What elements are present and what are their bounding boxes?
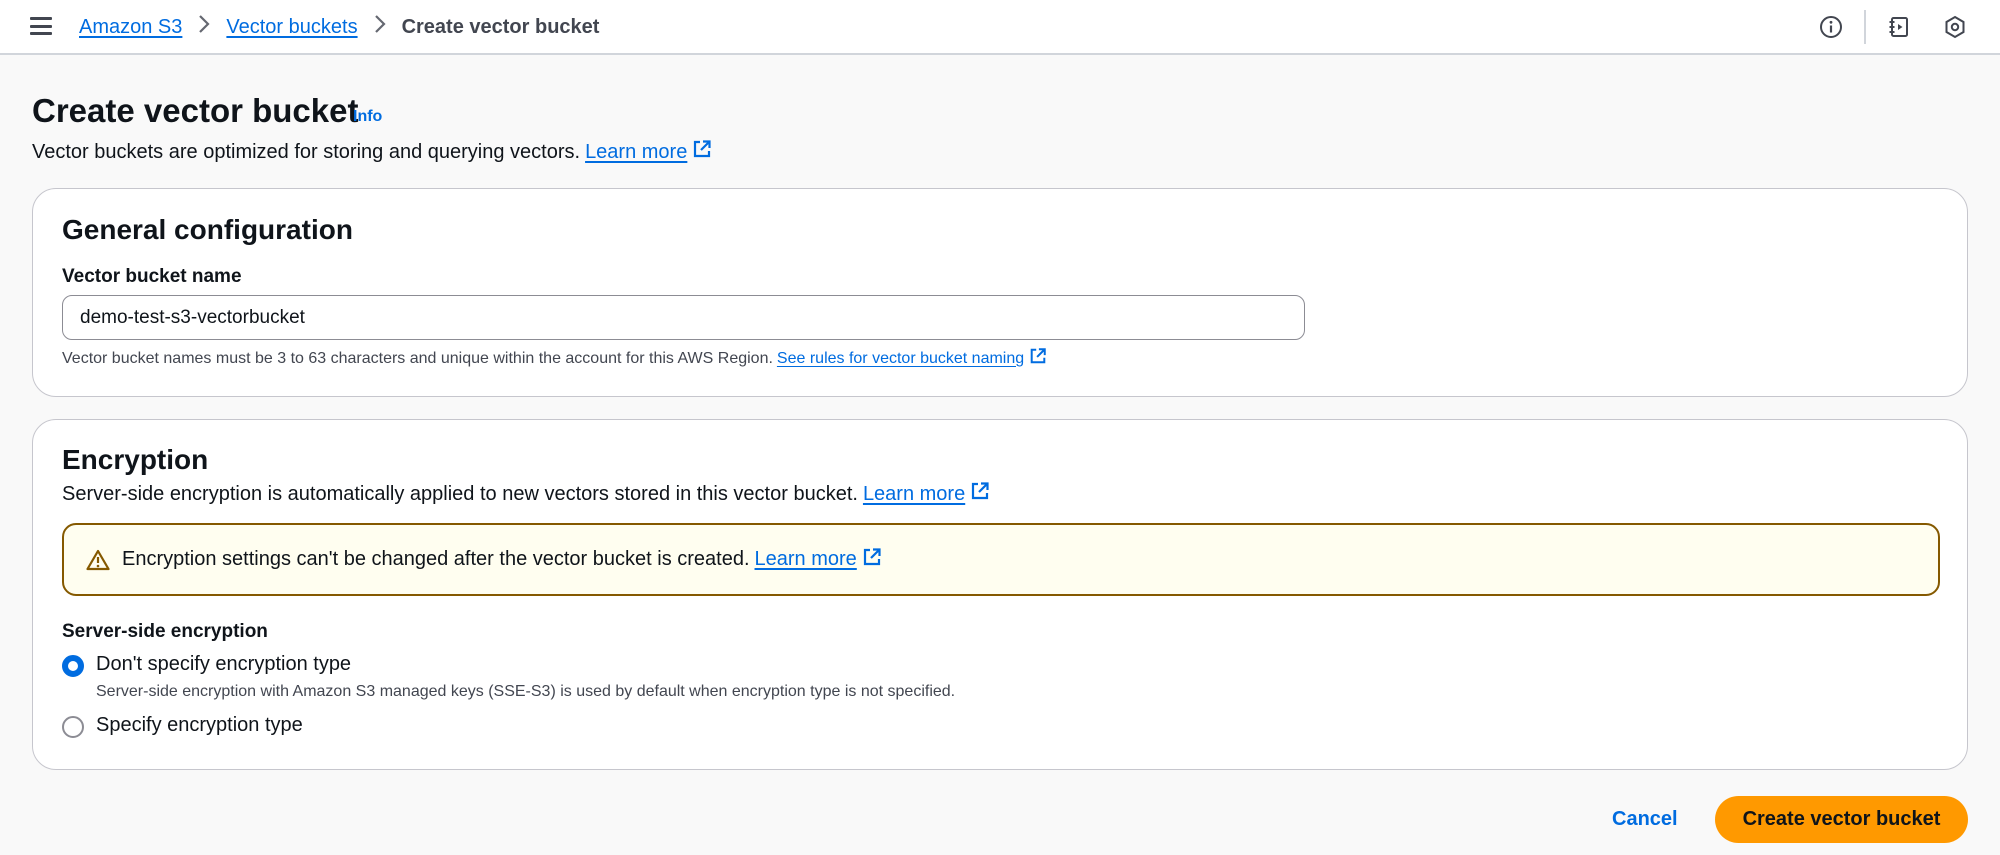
server-side-encryption-label: Server-side encryption: [62, 621, 268, 642]
radio-button-selected[interactable]: [62, 655, 84, 677]
encryption-description: Server-side encryption is automatically …: [62, 481, 990, 507]
create-vector-bucket-button[interactable]: Create vector bucket: [1715, 796, 1968, 843]
warning-icon: [86, 549, 110, 571]
header-learn-more-label: Learn more: [585, 140, 688, 163]
top-navigation-bar: Amazon S3 Vector buckets Create vector b…: [0, 0, 2000, 55]
encryption-panel: Encryption Server-side encryption is aut…: [32, 419, 1968, 770]
vector-bucket-name-input[interactable]: [62, 295, 1305, 340]
chevron-right-icon: [182, 13, 226, 41]
radio-button-unselected[interactable]: [62, 716, 84, 738]
page-description: Vector buckets are optimized for storing…: [32, 139, 712, 165]
page-description-text: Vector buckets are optimized for storing…: [32, 140, 581, 163]
menu-icon[interactable]: [30, 15, 52, 37]
alert-learn-more-link[interactable]: Learn more: [755, 548, 857, 571]
notes-icon[interactable]: [1884, 12, 1914, 42]
header-learn-more-link[interactable]: Learn more: [585, 141, 687, 164]
external-link-icon: [692, 139, 712, 165]
radio-option-description: Server-side encryption with Amazon S3 ma…: [96, 683, 956, 700]
info-link[interactable]: Info: [353, 108, 382, 126]
toolbar-divider: [1864, 10, 1866, 44]
external-link-icon: [1029, 347, 1047, 370]
encryption-warning-text: Encryption settings can't be changed aft…: [122, 548, 750, 570]
radio-option-label: Don't specify encryption type: [96, 653, 352, 675]
bucket-name-hint: Vector bucket names must be 3 to 63 char…: [62, 347, 1047, 370]
radio-dont-specify-encryption[interactable]: Don't specify encryption type Server-sid…: [62, 653, 955, 701]
breadcrumb-vector-buckets[interactable]: Vector buckets: [226, 16, 357, 39]
top-icon-group: [1816, 10, 1970, 44]
settings-hex-icon[interactable]: [1940, 12, 1970, 42]
breadcrumb-amazon-s3[interactable]: Amazon S3: [79, 16, 182, 39]
radio-specify-encryption[interactable]: Specify encryption type: [62, 714, 303, 738]
external-link-icon: [970, 481, 990, 507]
cancel-button[interactable]: Cancel: [1612, 808, 1678, 831]
encryption-description-text: Server-side encryption is automatically …: [62, 482, 858, 505]
page-title: Create vector bucket: [32, 92, 359, 129]
breadcrumb-current: Create vector bucket: [401, 15, 600, 38]
general-configuration-panel: General configuration Vector bucket name…: [32, 188, 1968, 397]
external-link-icon: [862, 547, 882, 573]
encryption-warning-alert: Encryption settings can't be changed aft…: [62, 523, 1940, 596]
info-circle-icon[interactable]: [1816, 12, 1846, 42]
general-configuration-heading: General configuration: [62, 214, 353, 245]
bucket-name-hint-text: Vector bucket names must be 3 to 63 char…: [62, 349, 773, 367]
radio-option-label: Specify encryption type: [96, 714, 303, 736]
vector-bucket-name-label: Vector bucket name: [62, 266, 242, 287]
encryption-learn-more-link[interactable]: Learn more: [863, 483, 965, 506]
breadcrumb: Amazon S3 Vector buckets Create vector b…: [79, 13, 599, 41]
chevron-right-icon: [358, 13, 402, 41]
encryption-heading: Encryption: [62, 444, 209, 475]
naming-rules-link[interactable]: See rules for vector bucket naming: [777, 350, 1024, 368]
